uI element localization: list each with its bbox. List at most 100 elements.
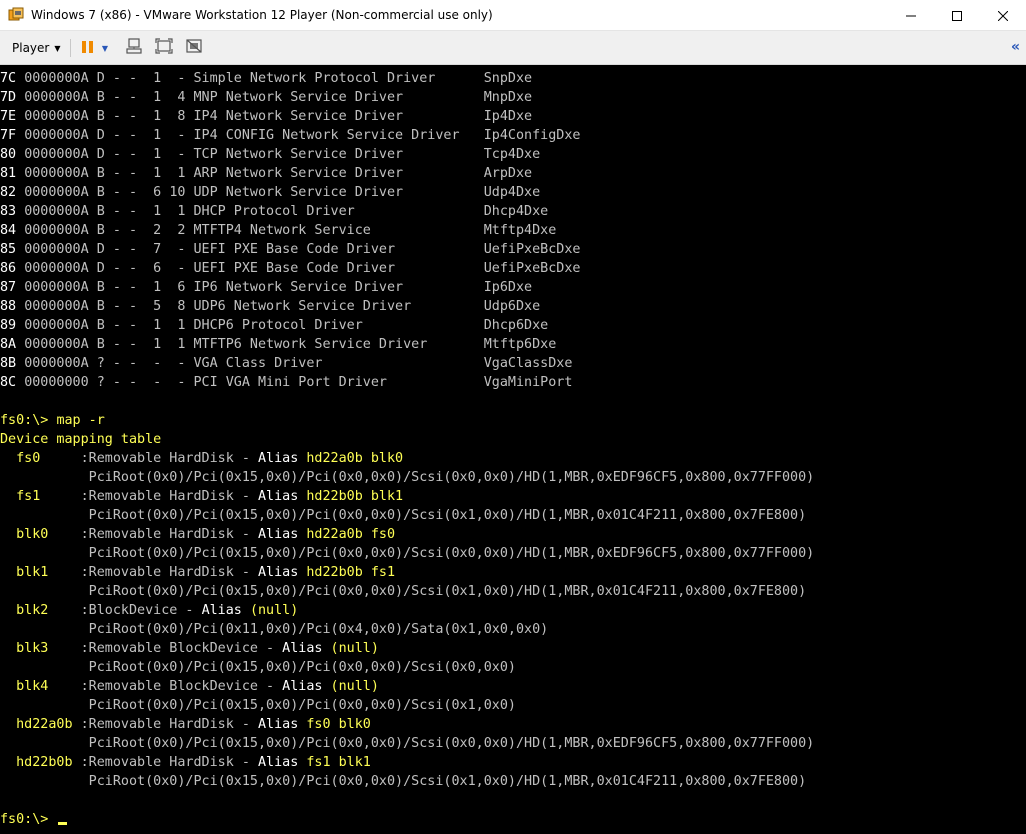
driver-row: 81 0000000A B - - 1 1 ARP Network Servic… — [0, 164, 814, 183]
mapping-device-path: PciRoot(0x0)/Pci(0x15,0x0)/Pci(0x0,0x0)/… — [0, 774, 807, 789]
driver-devices: 8 — [169, 109, 194, 124]
close-button[interactable] — [980, 0, 1026, 30]
mapping-name: fs0 — [0, 451, 81, 466]
driver-row: 7D 0000000A B - - 1 4 MNP Network Servic… — [0, 88, 814, 107]
pause-button[interactable] — [78, 38, 98, 58]
unity-button[interactable] — [184, 38, 204, 58]
driver-version: 0000000A — [24, 223, 97, 238]
mapping-path-row: PciRoot(0x0)/Pci(0x15,0x0)/Pci(0x0,0x0)/… — [0, 658, 814, 677]
driver-devices: 4 — [169, 90, 194, 105]
driver-diag: - — [129, 375, 146, 390]
mapping-path-row: PciRoot(0x0)/Pci(0x15,0x0)/Pci(0x0,0x0)/… — [0, 696, 814, 715]
driver-type: D — [96, 147, 113, 162]
vertical-scrollbar[interactable] — [1008, 65, 1024, 833]
mapping-row: blk3 :Removable BlockDevice - Alias (nul… — [0, 639, 814, 658]
mapping-row: blk0 :Removable HardDisk - Alias hd22a0b… — [0, 525, 814, 544]
driver-name: MTFTP4 Network Service — [193, 223, 484, 238]
mapping-header-line: Device mapping table — [0, 430, 814, 449]
driver-version: 0000000A — [24, 109, 97, 124]
mapping-alias: hd22b0b fs1 — [306, 565, 396, 580]
driver-children: 1 — [145, 166, 170, 181]
driver-name: UEFI PXE Base Code Driver — [193, 261, 484, 276]
mapping-description: :Removable HardDisk - — [80, 489, 258, 504]
driver-row: 89 0000000A B - - 1 1 DHCP6 Protocol Dri… — [0, 316, 814, 335]
driver-version: 0000000A — [24, 147, 97, 162]
driver-row: 83 0000000A B - - 1 1 DHCP Protocol Driv… — [0, 202, 814, 221]
pause-icon — [81, 39, 95, 58]
mapping-device-path: PciRoot(0x0)/Pci(0x15,0x0)/Pci(0x0,0x0)/… — [0, 736, 815, 751]
mapping-device-path: PciRoot(0x0)/Pci(0x15,0x0)/Pci(0x0,0x0)/… — [0, 508, 807, 523]
driver-children: 1 — [145, 128, 170, 143]
driver-cfg: - — [112, 356, 129, 371]
minimize-button[interactable] — [888, 0, 934, 30]
driver-handle: 85 — [0, 242, 25, 257]
mapping-alias: fs0 blk0 — [306, 717, 371, 732]
mapping-path-row: PciRoot(0x0)/Pci(0x15,0x0)/Pci(0x0,0x0)/… — [0, 506, 814, 525]
driver-cfg: - — [112, 185, 129, 200]
driver-row: 86 0000000A D - - 6 - UEFI PXE Base Code… — [0, 259, 814, 278]
driver-children: 1 — [145, 337, 170, 352]
shell-prompt: fs0:\> — [0, 413, 57, 428]
mapping-description: :Removable BlockDevice - — [80, 679, 283, 694]
driver-devices: 8 — [169, 299, 194, 314]
driver-row: 8C 00000000 ? - - - - PCI VGA Mini Port … — [0, 373, 814, 392]
driver-diag: - — [129, 280, 146, 295]
mapping-alias-label: Alias — [258, 755, 307, 770]
driver-image: MnpDxe — [483, 90, 533, 105]
mapping-alias: (null) — [330, 679, 379, 694]
mapping-alias-label: Alias — [282, 679, 331, 694]
final-prompt-line: fs0:\> — [0, 810, 814, 829]
player-menu-button[interactable]: Player ▼ — [6, 37, 67, 59]
driver-image: Udp6Dxe — [483, 299, 541, 314]
driver-cfg: - — [112, 280, 129, 295]
driver-row: 80 0000000A D - - 1 - TCP Network Servic… — [0, 145, 814, 164]
driver-type: D — [96, 71, 113, 86]
driver-image: SnpDxe — [483, 71, 533, 86]
window-title: Windows 7 (x86) - VMware Workstation 12 … — [31, 8, 493, 22]
driver-name: ARP Network Service Driver — [193, 166, 484, 181]
driver-handle: 8B — [0, 356, 25, 371]
driver-handle: 7E — [0, 109, 25, 124]
driver-type: B — [96, 280, 113, 295]
driver-diag: - — [129, 299, 146, 314]
mapping-row: blk4 :Removable BlockDevice - Alias (nul… — [0, 677, 814, 696]
driver-children: 1 — [145, 318, 170, 333]
mapping-alias: fs1 blk1 — [306, 755, 371, 770]
driver-cfg: - — [112, 166, 129, 181]
driver-row: 7E 0000000A B - - 1 8 IP4 Network Servic… — [0, 107, 814, 126]
driver-cfg: - — [112, 242, 129, 257]
driver-row: 88 0000000A B - - 5 8 UDP6 Network Servi… — [0, 297, 814, 316]
driver-name: MTFTP6 Network Service Driver — [193, 337, 484, 352]
driver-image: VgaMiniPort — [483, 375, 573, 390]
mapping-name: fs1 — [0, 489, 81, 504]
driver-name: IP4 Network Service Driver — [193, 109, 484, 124]
mapping-description: :Removable HardDisk - — [80, 527, 258, 542]
driver-children: 1 — [145, 204, 170, 219]
mapping-alias-label: Alias — [258, 451, 307, 466]
vm-guest-screen[interactable]: 7C 0000000A D - - 1 - Simple Network Pro… — [0, 65, 1026, 834]
driver-image: Dhcp4Dxe — [483, 204, 549, 219]
driver-diag: - — [129, 147, 146, 162]
driver-handle: 89 — [0, 318, 25, 333]
driver-name: MNP Network Service Driver — [193, 90, 484, 105]
driver-row: 8B 0000000A ? - - - - VGA Class Driver V… — [0, 354, 814, 373]
driver-children: 1 — [145, 71, 170, 86]
driver-diag: - — [129, 71, 146, 86]
maximize-button[interactable] — [934, 0, 980, 30]
fullscreen-button[interactable] — [154, 38, 174, 58]
driver-cfg: - — [112, 109, 129, 124]
mapping-device-path: PciRoot(0x0)/Pci(0x15,0x0)/Pci(0x0,0x0)/… — [0, 698, 516, 713]
send-ctrl-alt-del-button[interactable] — [124, 38, 144, 58]
power-options-dropdown[interactable]: ▼ — [98, 38, 112, 58]
mapping-row: hd22a0b :Removable HardDisk - Alias fs0 … — [0, 715, 814, 734]
driver-name: IP6 Network Service Driver — [193, 280, 484, 295]
driver-image: Ip6Dxe — [483, 280, 533, 295]
mapping-row: fs0 :Removable HardDisk - Alias hd22a0b … — [0, 449, 814, 468]
collapse-toolbar-icon[interactable]: « — [1011, 39, 1020, 55]
driver-devices: - — [169, 128, 194, 143]
mapping-device-path: PciRoot(0x0)/Pci(0x15,0x0)/Pci(0x0,0x0)/… — [0, 584, 807, 599]
mapping-path-row: PciRoot(0x0)/Pci(0x15,0x0)/Pci(0x0,0x0)/… — [0, 772, 814, 791]
mapping-name: blk3 — [0, 641, 81, 656]
driver-children: 5 — [145, 299, 170, 314]
driver-cfg: - — [112, 128, 129, 143]
